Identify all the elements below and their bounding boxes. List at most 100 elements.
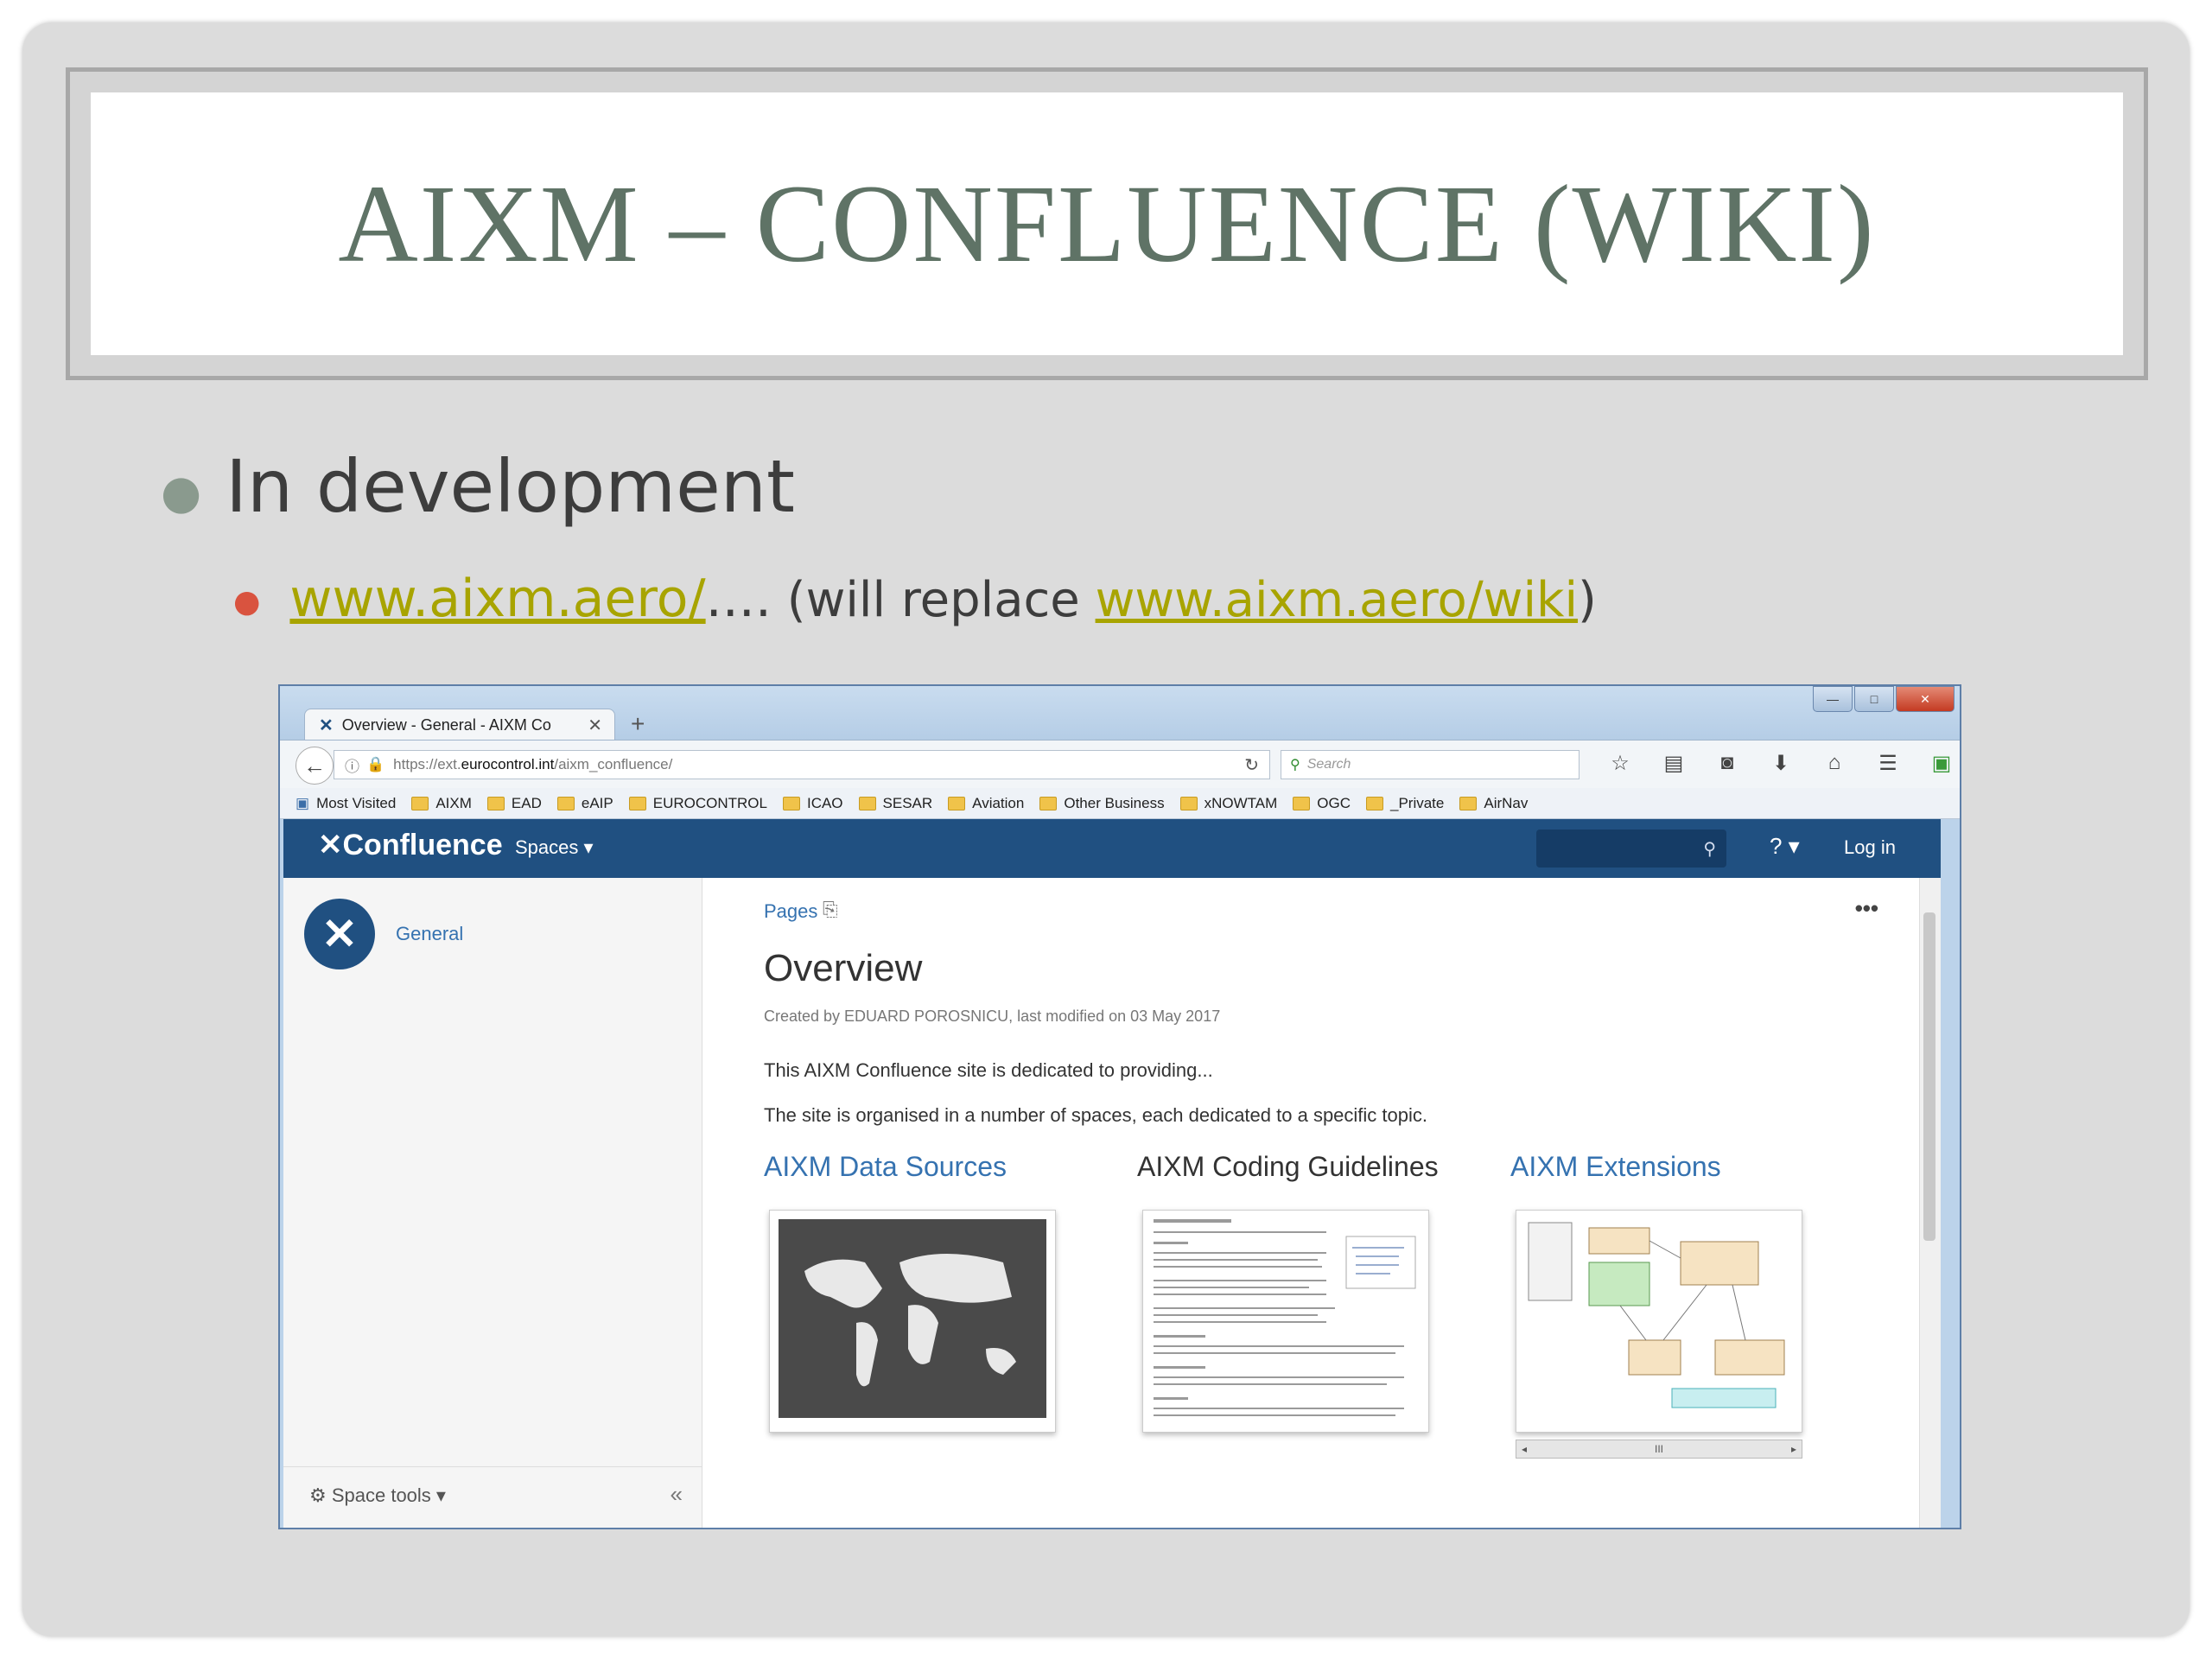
bookmark-label: OGC <box>1317 794 1351 811</box>
extensions-diagram-thumbnail[interactable] <box>1516 1210 1802 1433</box>
browser-tab[interactable]: ✕ Overview - General - AIXM Co ✕ <box>304 709 615 741</box>
page-byline: Created by EDUARD POROSNICU, last modifi… <box>764 1007 1221 1025</box>
data-sources-link[interactable]: AIXM Data Sources <box>764 1151 1007 1183</box>
bookmark-icao[interactable]: ICAO <box>782 795 843 812</box>
bookmark-other-business[interactable]: Other Business <box>1039 795 1165 812</box>
scroll-thumb[interactable]: III <box>1655 1443 1663 1455</box>
gear-icon: ⚙ <box>309 1484 332 1506</box>
bookmark-ogc[interactable]: OGC <box>1293 795 1351 812</box>
confluence-logo-text: Confluence <box>342 829 503 861</box>
confluence-logo-icon: ✕ <box>318 829 343 861</box>
spaces-menu[interactable]: Spaces ▾ <box>515 836 594 859</box>
confluence-header: ✕Confluence Spaces ▾ ⚲ ? ▾ Log in <box>283 819 1941 878</box>
bookmark-label: eAIP <box>581 794 613 811</box>
scroll-thumb[interactable] <box>1923 912 1936 1241</box>
aixm-wiki-link[interactable]: www.aixm.aero/wiki <box>1096 572 1578 628</box>
bullet-item-1: ● In development <box>161 444 795 529</box>
title-box: AIXM – CONFLUENCE (WIKI) <box>91 92 2123 355</box>
collapse-sidebar-button[interactable]: « <box>671 1481 683 1508</box>
document-preview-image <box>1154 1219 1416 1416</box>
folder-icon <box>1459 796 1478 810</box>
bookmark-label: EUROCONTROL <box>652 794 767 811</box>
minimize-button[interactable]: — <box>1813 686 1853 712</box>
space-avatar[interactable]: ✕ <box>304 899 375 969</box>
lock-icon: 🔒 <box>366 756 385 772</box>
search-placeholder: Search <box>1306 757 1351 772</box>
scroll-right-icon[interactable]: ▸ <box>1791 1443 1796 1455</box>
slide-title: AIXM – CONFLUENCE (WIKI) <box>338 162 1876 285</box>
bookmark-private[interactable]: _Private <box>1366 795 1444 812</box>
attachment-icon[interactable]: ⎘ <box>823 899 838 921</box>
bookmark-xnowtam[interactable]: xNOWTAM <box>1179 795 1277 812</box>
folder-icon <box>411 796 429 810</box>
back-button[interactable]: ← <box>296 747 334 785</box>
folder-icon <box>486 796 505 810</box>
more-actions-button[interactable]: ••• <box>1855 895 1878 922</box>
bookmark-aixm[interactable]: AIXM <box>411 795 472 812</box>
space-name-link[interactable]: General <box>396 923 463 945</box>
pocket-icon[interactable]: ◙ <box>1700 751 1754 776</box>
ellipsis-text: .... <box>705 569 772 629</box>
folder-icon <box>1293 796 1311 810</box>
bookmark-label: SESAR <box>882 794 933 811</box>
tab-close-icon[interactable]: ✕ <box>588 715 602 736</box>
folder-icon <box>628 796 646 810</box>
home-icon[interactable]: ⌂ <box>1808 751 1861 776</box>
confluence-search-input[interactable]: ⚲ <box>1536 830 1726 868</box>
bookmark-ead[interactable]: EAD <box>486 795 542 812</box>
bookmark-label: Aviation <box>972 794 1025 811</box>
info-icon[interactable]: ⓘ <box>345 754 359 776</box>
sidebar-footer: ⚙ Space tools ▾ « <box>283 1466 702 1528</box>
intro-paragraph: This AIXM Confluence site is dedicated t… <box>764 1059 1213 1081</box>
help-menu[interactable]: ? ▾ <box>1770 833 1800 860</box>
bookmark-label: AirNav <box>1484 794 1529 811</box>
aixm-link[interactable]: www.aixm.aero/ <box>289 569 705 629</box>
menu-icon[interactable]: ☰ <box>1861 751 1915 776</box>
spaces-paragraph: The site is organised in a number of spa… <box>764 1104 1427 1126</box>
title-frame: AIXM – CONFLUENCE (WIKI) <box>66 67 2148 380</box>
maximize-button[interactable]: □ <box>1854 686 1894 712</box>
bookmark-airnav[interactable]: AirNav <box>1459 795 1528 812</box>
world-map-thumbnail[interactable] <box>769 1210 1056 1433</box>
search-input[interactable]: ⚲ Search <box>1281 750 1580 779</box>
space-sidebar: ✕ General ⚙ Space tools ▾ « <box>283 878 702 1528</box>
folder-icon <box>1366 796 1383 810</box>
replace-text: (will replace <box>771 572 1096 628</box>
bookmark-most-visited[interactable]: ▣ Most Visited <box>296 795 396 812</box>
bookmark-sesar[interactable]: SESAR <box>858 794 933 812</box>
window-close-button[interactable]: ✕ <box>1896 686 1955 712</box>
reading-list-icon[interactable]: ▤ <box>1647 751 1700 776</box>
url-bar[interactable]: ⓘ 🔒 https://ext. eurocontrol.int/aixm_con… <box>334 750 1270 779</box>
folder-icon <box>858 796 876 810</box>
confluence-logo[interactable]: ✕Confluence <box>318 828 503 862</box>
download-icon[interactable]: ⬇ <box>1754 751 1808 776</box>
url-path: /aixm_confluence/ <box>554 756 673 772</box>
login-button[interactable]: Log in <box>1844 836 1896 859</box>
search-icon: ⚲ <box>1703 840 1716 859</box>
bookmark-eaip[interactable]: eAIP <box>556 794 613 812</box>
vertical-scrollbar[interactable] <box>1919 878 1941 1528</box>
tab-title: Overview - General - AIXM Co <box>341 716 551 734</box>
window-controls: — □ ✕ <box>1811 686 1955 712</box>
bullet-text: In development <box>226 444 795 529</box>
bookmark-eurocontrol[interactable]: EUROCONTROL <box>628 794 767 812</box>
breadcrumb-pages[interactable]: Pages <box>764 900 817 923</box>
bookmark-aviation[interactable]: Aviation <box>948 795 1024 812</box>
most-visited-icon: ▣ <box>296 794 310 811</box>
space-tools-button[interactable]: ⚙ Space tools ▾ <box>309 1484 446 1507</box>
search-engine-icon: ⚲ <box>1290 758 1300 772</box>
folder-icon <box>1179 796 1198 810</box>
bookmark-star-icon[interactable]: ☆ <box>1593 751 1647 776</box>
coding-guidelines-thumbnail[interactable] <box>1142 1210 1429 1433</box>
bullet-item-2: ● www.aixm.aero/.... (will replace www.ai… <box>233 569 1597 629</box>
extensions-link[interactable]: AIXM Extensions <box>1510 1151 1721 1183</box>
scroll-left-icon[interactable]: ◂ <box>1522 1443 1527 1455</box>
coding-guidelines-heading: AIXM Coding Guidelines <box>1137 1151 1439 1182</box>
new-tab-button[interactable]: + <box>631 710 645 738</box>
extension-icon[interactable]: ▣ <box>1915 751 1960 776</box>
reload-icon[interactable]: ↻ <box>1244 754 1259 776</box>
bullet-dot-icon: ● <box>233 583 261 620</box>
confluence-favicon-icon: ✕ <box>319 716 334 735</box>
close-paren-text: ) <box>1578 572 1597 628</box>
horizontal-scrollbar[interactable]: ◂ III ▸ <box>1516 1440 1802 1459</box>
